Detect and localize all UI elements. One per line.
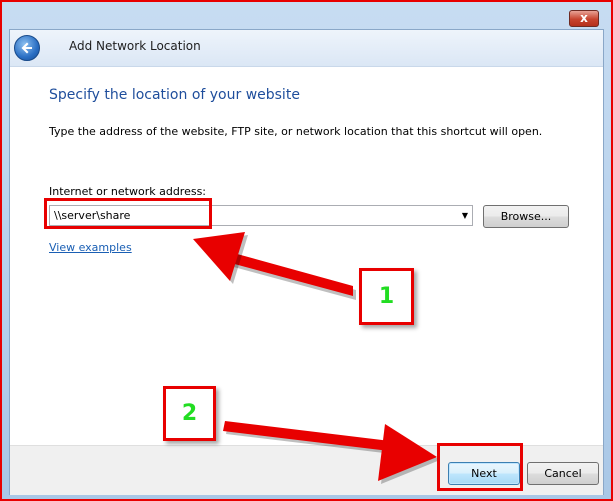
screenshot-border: [0, 0, 613, 501]
